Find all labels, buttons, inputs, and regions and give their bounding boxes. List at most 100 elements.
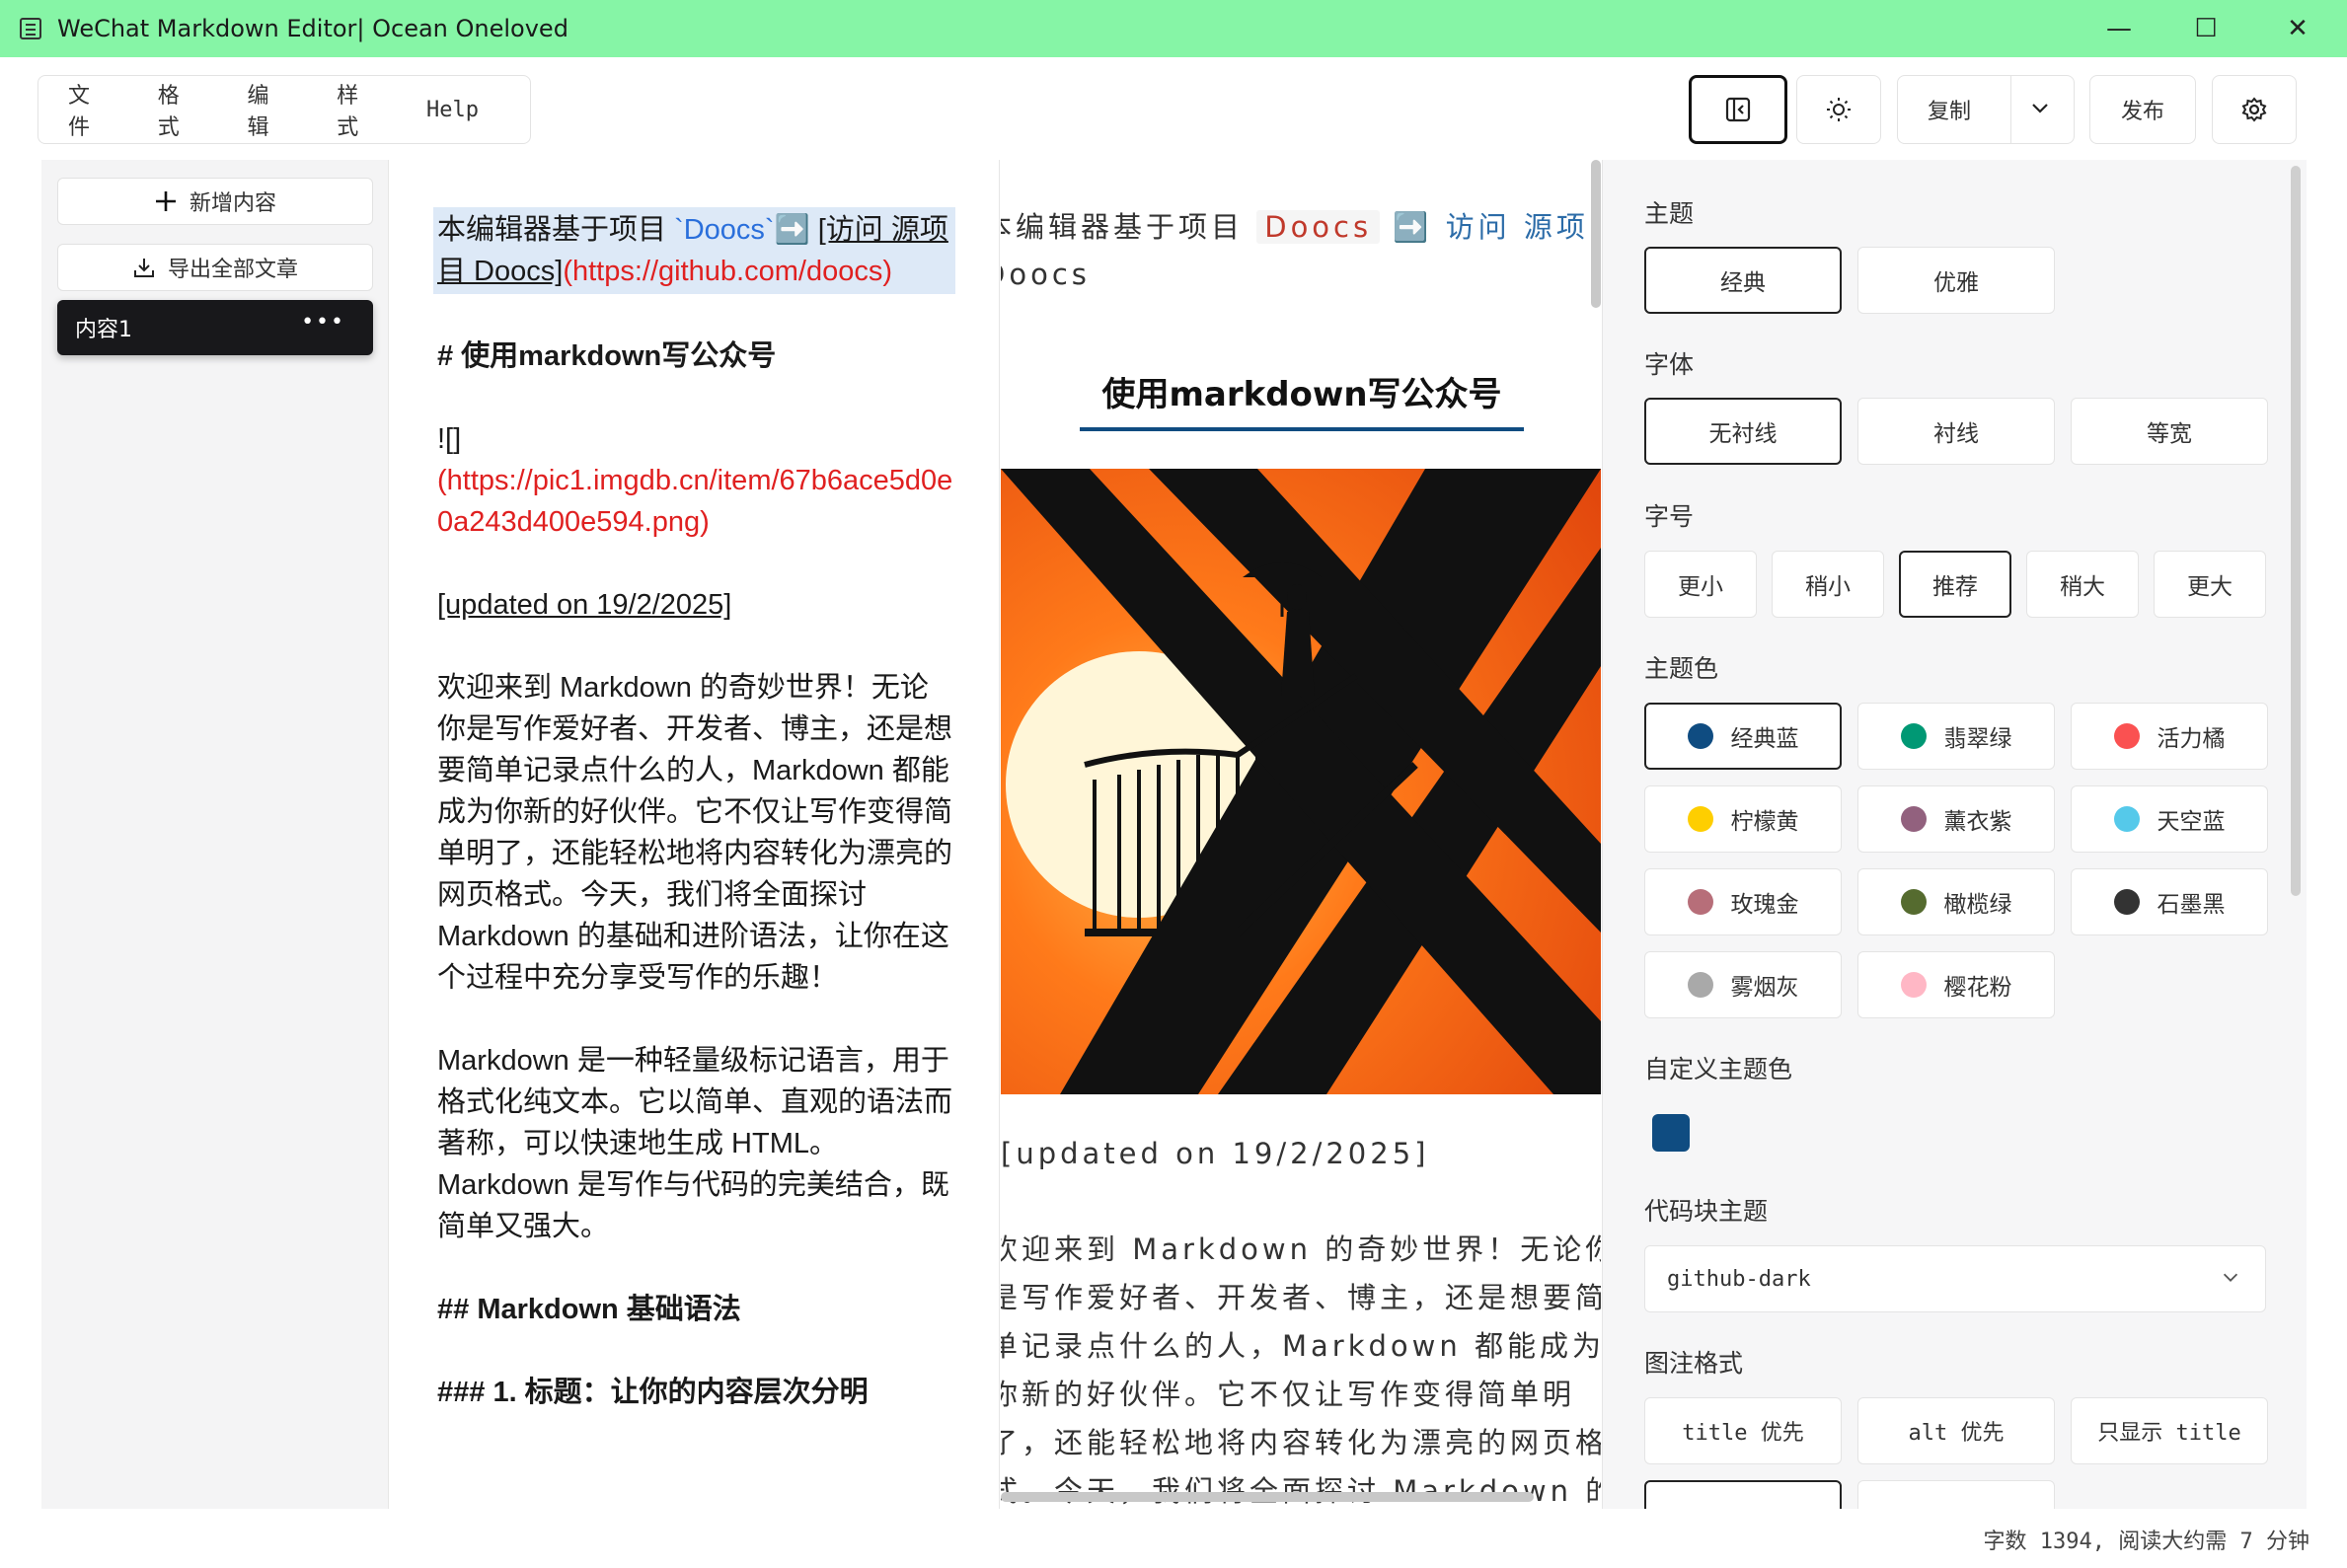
copy-divider: [2010, 76, 2011, 143]
color-option-lemon[interactable]: 柠檬黄: [1644, 785, 1842, 853]
close-button[interactable]: ✕: [2248, 0, 2347, 57]
more-icon[interactable]: •••: [301, 310, 345, 335]
preview-title: 使用markdown写公众号: [1080, 367, 1524, 431]
font-option-sans[interactable]: 无衬线: [1644, 398, 1842, 465]
export-all-button[interactable]: 导出全部文章: [57, 244, 373, 291]
color-name: 橄榄绿: [1943, 892, 2012, 918]
color-option-lavender[interactable]: 薰衣紫: [1857, 785, 2055, 853]
editor-content[interactable]: 本编辑器基于项目 `Doocs`➡️ [访问 源项目 Doocs](https:…: [433, 207, 955, 1455]
caption-option-partial-2[interactable]: [1857, 1480, 2055, 1509]
preview-vertical-scrollbar[interactable]: [1591, 160, 1601, 308]
font-label: 字体: [1644, 350, 1695, 379]
color-option-rose-gold[interactable]: 玫瑰金: [1644, 868, 1842, 935]
color-option-olive[interactable]: 橄榄绿: [1857, 868, 2055, 935]
maximize-button[interactable]: ☐: [2157, 0, 2255, 57]
custom-color-label: 自定义主题色: [1644, 1055, 1793, 1083]
color-name: 玫瑰金: [1730, 892, 1799, 918]
menu-help[interactable]: Help: [426, 98, 479, 122]
color-option-classic-blue[interactable]: 经典蓝: [1644, 703, 1842, 770]
color-option-sky[interactable]: 天空蓝: [2071, 785, 2268, 853]
content-item[interactable]: 内容1 •••: [57, 300, 373, 355]
download-icon: [133, 259, 154, 277]
preview-pane[interactable]: 本编辑器基于项目 Doocs ➡️ 访问 源项目 Doocs 使用markdow…: [1001, 160, 1601, 1509]
copy-label: 复制: [1928, 100, 1972, 124]
theme-option-elegant[interactable]: 优雅: [1857, 247, 2055, 314]
color-dot: [1900, 889, 1927, 915]
color-name: 经典蓝: [1730, 726, 1799, 752]
caption-option-title[interactable]: title 优先: [1644, 1397, 1842, 1464]
caption-option-alt[interactable]: alt 优先: [1857, 1397, 2055, 1464]
chevron-down-icon: [2220, 1266, 2241, 1294]
color-dot: [2113, 806, 2140, 832]
size-option-larger[interactable]: 更大: [2154, 551, 2266, 618]
color-dot: [1687, 806, 1713, 832]
size-option-recommended[interactable]: 推荐: [1899, 551, 2011, 618]
plus-icon: [155, 191, 176, 211]
size-label: 字号: [1644, 502, 1695, 531]
color-option-orange[interactable]: 活力橘: [2071, 703, 2268, 770]
color-label: 主题色: [1644, 654, 1719, 683]
editor-intro-link-url: (https://github.com/doocs): [563, 256, 892, 287]
code-theme-label: 代码块主题: [1644, 1197, 1769, 1226]
gear-icon: [2241, 97, 2267, 122]
minimize-button[interactable]: —: [2070, 0, 2168, 57]
custom-color-swatch[interactable]: [1652, 1114, 1690, 1152]
size-option-large[interactable]: 稍大: [2026, 551, 2139, 618]
menu-bar: 文件 格式 编辑 样式 Help: [38, 75, 531, 144]
color-option-smoke[interactable]: 雾烟灰: [1644, 951, 1842, 1018]
color-name: 雾烟灰: [1730, 975, 1799, 1001]
markdown-editor[interactable]: 本编辑器基于项目 `Doocs`➡️ [访问 源项目 Doocs](https:…: [390, 160, 1000, 1509]
editor-h3: ### 1. 标题：让你的内容层次分明: [437, 1377, 869, 1408]
color-option-sakura[interactable]: 樱花粉: [1857, 951, 2055, 1018]
preview-updated: [updated on 19/2/2025]: [1001, 1137, 1430, 1170]
content-item-label: 内容1: [75, 318, 132, 342]
color-option-graphite[interactable]: 石墨黑: [2071, 868, 2268, 935]
publish-label: 发布: [2120, 100, 2164, 124]
color-dot: [1687, 972, 1713, 998]
editor-h2: ## Markdown 基础语法: [437, 1294, 741, 1325]
editor-paragraph-2: Markdown 是一种轻量级标记语言，用于格式化纯文本。它以简单、直观的语法而…: [437, 1045, 953, 1242]
status-bar: 字数 1394, 阅读大约需 7 分钟: [0, 1512, 2347, 1568]
color-name: 活力橘: [2157, 726, 2226, 752]
copy-button[interactable]: 复制: [1897, 75, 2075, 144]
menu-file[interactable]: 文件: [68, 78, 107, 141]
size-option-smaller[interactable]: 更小: [1644, 551, 1757, 618]
settings-scrollbar[interactable]: [2291, 166, 2301, 896]
caption-label: 图注格式: [1644, 1349, 1744, 1378]
menu-edit[interactable]: 编辑: [248, 78, 286, 141]
code-theme-select[interactable]: github-dark: [1644, 1245, 2266, 1312]
publish-button[interactable]: 发布: [2089, 75, 2196, 144]
preview-horizontal-scrollbar[interactable]: [1001, 1492, 1534, 1502]
font-option-serif[interactable]: 衬线: [1857, 398, 2055, 465]
color-dot: [1900, 972, 1927, 998]
theme-option-classic[interactable]: 经典: [1644, 247, 1842, 314]
size-option-small[interactable]: 稍小: [1772, 551, 1884, 618]
preview-intro-link[interactable]: 访问 源项目: [1446, 210, 1601, 244]
caption-option-partial[interactable]: [1644, 1480, 1842, 1509]
preview-intro-line2: Doocs: [1001, 258, 1091, 291]
theme-label: 主题: [1644, 199, 1695, 228]
caption-option-title-only[interactable]: 只显示 title: [2071, 1397, 2268, 1464]
sun-icon: [1827, 98, 1851, 121]
preview-intro-code: Doocs: [1256, 210, 1381, 244]
add-content-button[interactable]: 新增内容: [57, 178, 373, 225]
toggle-panel-button[interactable]: [1689, 75, 1787, 144]
editor-paragraph-1: 欢迎来到 Markdown 的奇妙世界！无论你是写作爱好者、开发者、博主，还是想…: [437, 672, 953, 994]
chevron-down-icon[interactable]: [2028, 96, 2052, 125]
menu-format[interactable]: 格式: [158, 78, 196, 141]
color-name: 薰衣紫: [1943, 809, 2012, 835]
theme-toggle-button[interactable]: [1796, 75, 1881, 144]
menu-style[interactable]: 样式: [337, 78, 375, 141]
color-dot: [2113, 889, 2140, 915]
settings-button[interactable]: [2212, 75, 2297, 144]
editor-intro-text: 本编辑器基于项目: [437, 214, 675, 246]
editor-image-alt: ![]: [437, 423, 462, 455]
preview-intro-text: 本编辑器基于项目: [1001, 210, 1245, 244]
editor-image-line: ![] (https://pic1.imgdb.cn/item/67b6ace5d…: [437, 418, 955, 543]
color-option-emerald[interactable]: 翡翠绿: [1857, 703, 2055, 770]
export-all-label: 导出全部文章: [167, 258, 298, 282]
title-bar: WeChat Markdown Editor| Ocean Oneloved —…: [0, 0, 2347, 57]
app-icon: [20, 18, 41, 39]
word-count-status: 字数 1394, 阅读大约需 7 分钟: [1983, 1530, 2309, 1554]
font-option-mono[interactable]: 等宽: [2071, 398, 2268, 465]
